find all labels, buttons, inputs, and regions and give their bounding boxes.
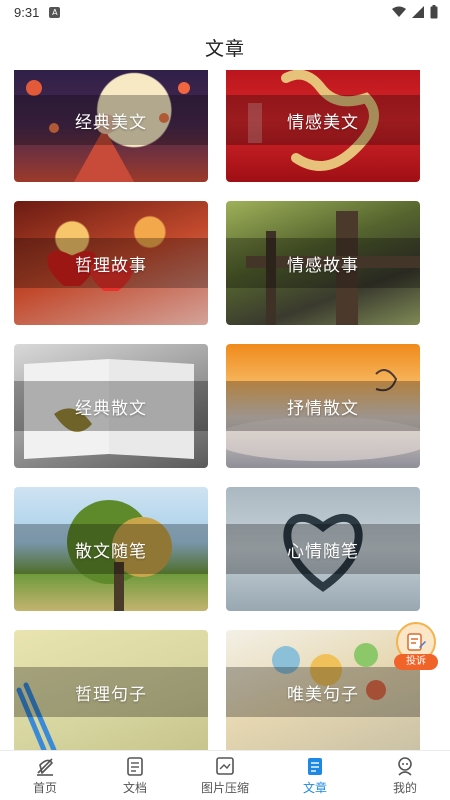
card-label-band: 经典美文 bbox=[14, 95, 208, 145]
card-beautiful-quotes[interactable]: 唯美句子 bbox=[226, 630, 420, 750]
card-label: 心情随笔 bbox=[287, 541, 359, 562]
card-label: 经典散文 bbox=[75, 398, 147, 419]
card-philosophy-quotes[interactable]: 哲理句子 bbox=[14, 630, 208, 750]
page-title: 文章 bbox=[204, 37, 245, 60]
card-prose-essays[interactable]: 散文随笔 bbox=[14, 487, 208, 611]
card-label: 情感故事 bbox=[287, 255, 359, 276]
card-label-band: 抒情散文 bbox=[226, 381, 420, 431]
card-lyrical-prose[interactable]: 抒情散文 bbox=[226, 344, 420, 468]
clipboard-pencil-icon bbox=[407, 633, 426, 651]
article-category-grid[interactable]: 经典美文 情感美文 哲理故事 情感故事 经典散文 抒情散文 散文随笔 心情随笔 … bbox=[0, 70, 450, 750]
tab-label: 首页 bbox=[32, 781, 57, 795]
card-label: 哲理句子 bbox=[75, 684, 147, 705]
card-label: 哲理故事 bbox=[75, 255, 147, 276]
card-mood-essays[interactable]: 心情随笔 bbox=[226, 487, 420, 611]
tab-profile[interactable]: 我的 bbox=[360, 751, 450, 800]
document-icon bbox=[127, 757, 143, 776]
tab-documents[interactable]: 文档 bbox=[90, 751, 180, 800]
article-icon bbox=[308, 758, 322, 775]
card-label-band: 情感故事 bbox=[226, 238, 420, 288]
status-time: 9:31 bbox=[14, 4, 40, 20]
wifi-icon bbox=[392, 6, 406, 17]
status-icons bbox=[392, 5, 438, 19]
tab-home[interactable]: 首页 bbox=[0, 751, 90, 800]
card-label-band: 心情随笔 bbox=[226, 524, 420, 574]
card-philosophy-stories[interactable]: 哲理故事 bbox=[14, 201, 208, 325]
tab-label: 文章 bbox=[302, 781, 327, 795]
battery-icon bbox=[430, 5, 438, 19]
card-emotional-essays[interactable]: 情感美文 bbox=[226, 70, 420, 182]
card-classic-essays[interactable]: 经典美文 bbox=[14, 70, 208, 182]
card-label-band: 情感美文 bbox=[226, 95, 420, 145]
complaint-button[interactable]: 投诉 bbox=[394, 622, 438, 670]
profile-icon bbox=[398, 757, 412, 776]
notification-icon: A bbox=[49, 6, 61, 18]
status-bar: 9:31 A bbox=[0, 0, 450, 24]
card-label: 散文随笔 bbox=[75, 541, 147, 562]
card-label-band: 经典散文 bbox=[14, 381, 208, 431]
card-label: 唯美句子 bbox=[287, 684, 359, 705]
image-compress-icon bbox=[216, 757, 234, 775]
card-label: 抒情散文 bbox=[287, 398, 359, 419]
tab-label: 图片压缩 bbox=[200, 781, 249, 795]
card-label-band: 散文随笔 bbox=[14, 524, 208, 574]
tab-label: 我的 bbox=[392, 781, 417, 795]
tab-articles[interactable]: 文章 bbox=[270, 751, 360, 800]
bottom-tab-bar: 首页 文档 图片压缩 文章 我的 bbox=[0, 750, 450, 800]
card-emotional-stories[interactable]: 情感故事 bbox=[226, 201, 420, 325]
card-label-band: 哲理故事 bbox=[14, 238, 208, 288]
card-classic-prose[interactable]: 经典散文 bbox=[14, 344, 208, 468]
card-label-band: 唯美句子 bbox=[226, 667, 420, 717]
card-label-band: 哲理句子 bbox=[14, 667, 208, 717]
home-icon bbox=[37, 758, 53, 776]
card-label: 经典美文 bbox=[75, 112, 147, 133]
complaint-label: 投诉 bbox=[394, 654, 438, 670]
tab-image-compress[interactable]: 图片压缩 bbox=[180, 751, 270, 800]
tab-label: 文档 bbox=[122, 781, 147, 795]
page-header: 文章 bbox=[0, 24, 450, 70]
card-label: 情感美文 bbox=[287, 112, 359, 133]
signal-icon bbox=[412, 6, 424, 18]
